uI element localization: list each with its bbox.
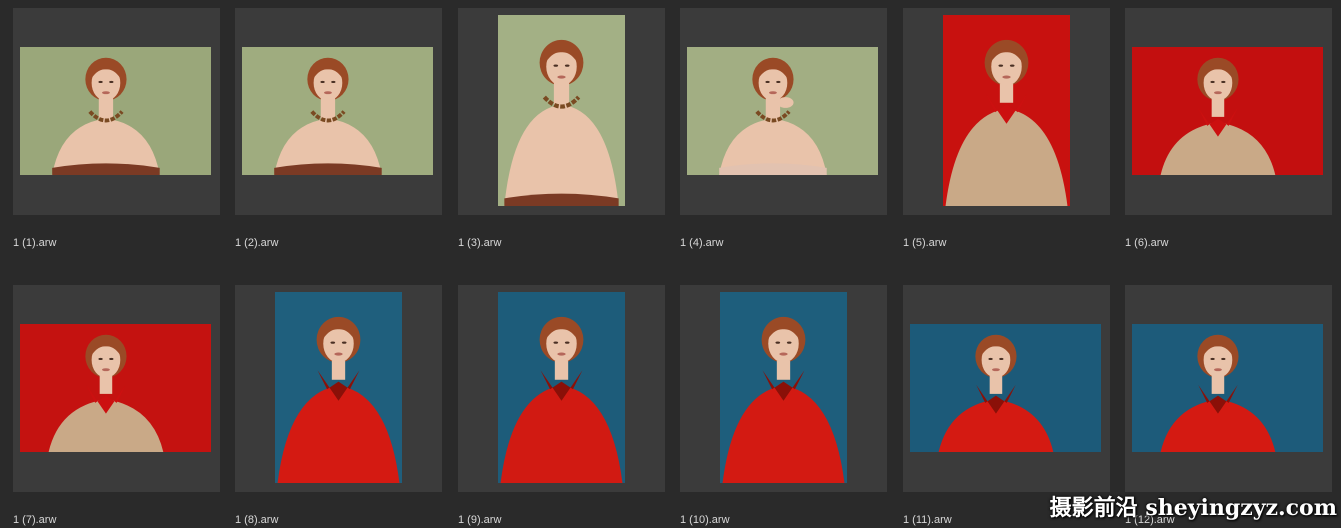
photo-thumbnail[interactable]: [1132, 324, 1323, 452]
thumbnail-frame[interactable]: [680, 285, 887, 492]
file-name-label[interactable]: 1 (6).arw: [1125, 237, 1168, 249]
file-name-label[interactable]: 1 (9).arw: [458, 514, 501, 526]
thumbnail-frame[interactable]: [680, 8, 887, 215]
photo-thumbnail[interactable]: [498, 292, 625, 483]
thumbnail-grid: 1 (1).arw 1 (2).arw 1 (3).arw 1 (4).arw 1 (5…: [0, 0, 1341, 528]
photo-thumbnail[interactable]: [720, 292, 847, 483]
thumbnail-frame[interactable]: [903, 285, 1110, 492]
file-name-label[interactable]: 1 (1).arw: [13, 237, 56, 249]
thumbnail-frame[interactable]: [903, 8, 1110, 215]
photo-thumbnail[interactable]: [20, 324, 211, 452]
photo-thumbnail[interactable]: [1132, 47, 1323, 175]
thumbnail-frame[interactable]: [1125, 285, 1332, 492]
photo-thumbnail[interactable]: [910, 324, 1101, 452]
file-name-label[interactable]: 1 (7).arw: [13, 514, 56, 526]
thumbnail-frame[interactable]: [235, 285, 442, 492]
thumbnail-frame[interactable]: [1125, 8, 1332, 215]
thumbnail-frame[interactable]: [13, 8, 220, 215]
file-name-label[interactable]: 1 (8).arw: [235, 514, 278, 526]
photo-thumbnail[interactable]: [687, 47, 878, 175]
file-name-label[interactable]: 1 (2).arw: [235, 237, 278, 249]
file-name-label[interactable]: 1 (5).arw: [903, 237, 946, 249]
thumbnail-frame[interactable]: [458, 285, 665, 492]
file-name-label[interactable]: 1 (4).arw: [680, 237, 723, 249]
thumbnail-frame[interactable]: [458, 8, 665, 215]
file-name-label[interactable]: 1 (10).arw: [680, 514, 730, 526]
photo-thumbnail[interactable]: [498, 15, 625, 206]
file-name-label[interactable]: 1 (3).arw: [458, 237, 501, 249]
photo-thumbnail[interactable]: [943, 15, 1070, 206]
photo-thumbnail[interactable]: [275, 292, 402, 483]
watermark: 摄影前沿 sheyingzyz.com: [1049, 495, 1337, 521]
photo-thumbnail[interactable]: [242, 47, 433, 175]
thumbnail-frame[interactable]: [235, 8, 442, 215]
thumbnail-frame[interactable]: [13, 285, 220, 492]
photo-thumbnail[interactable]: [20, 47, 211, 175]
file-name-label[interactable]: 1 (11).arw: [903, 514, 952, 526]
